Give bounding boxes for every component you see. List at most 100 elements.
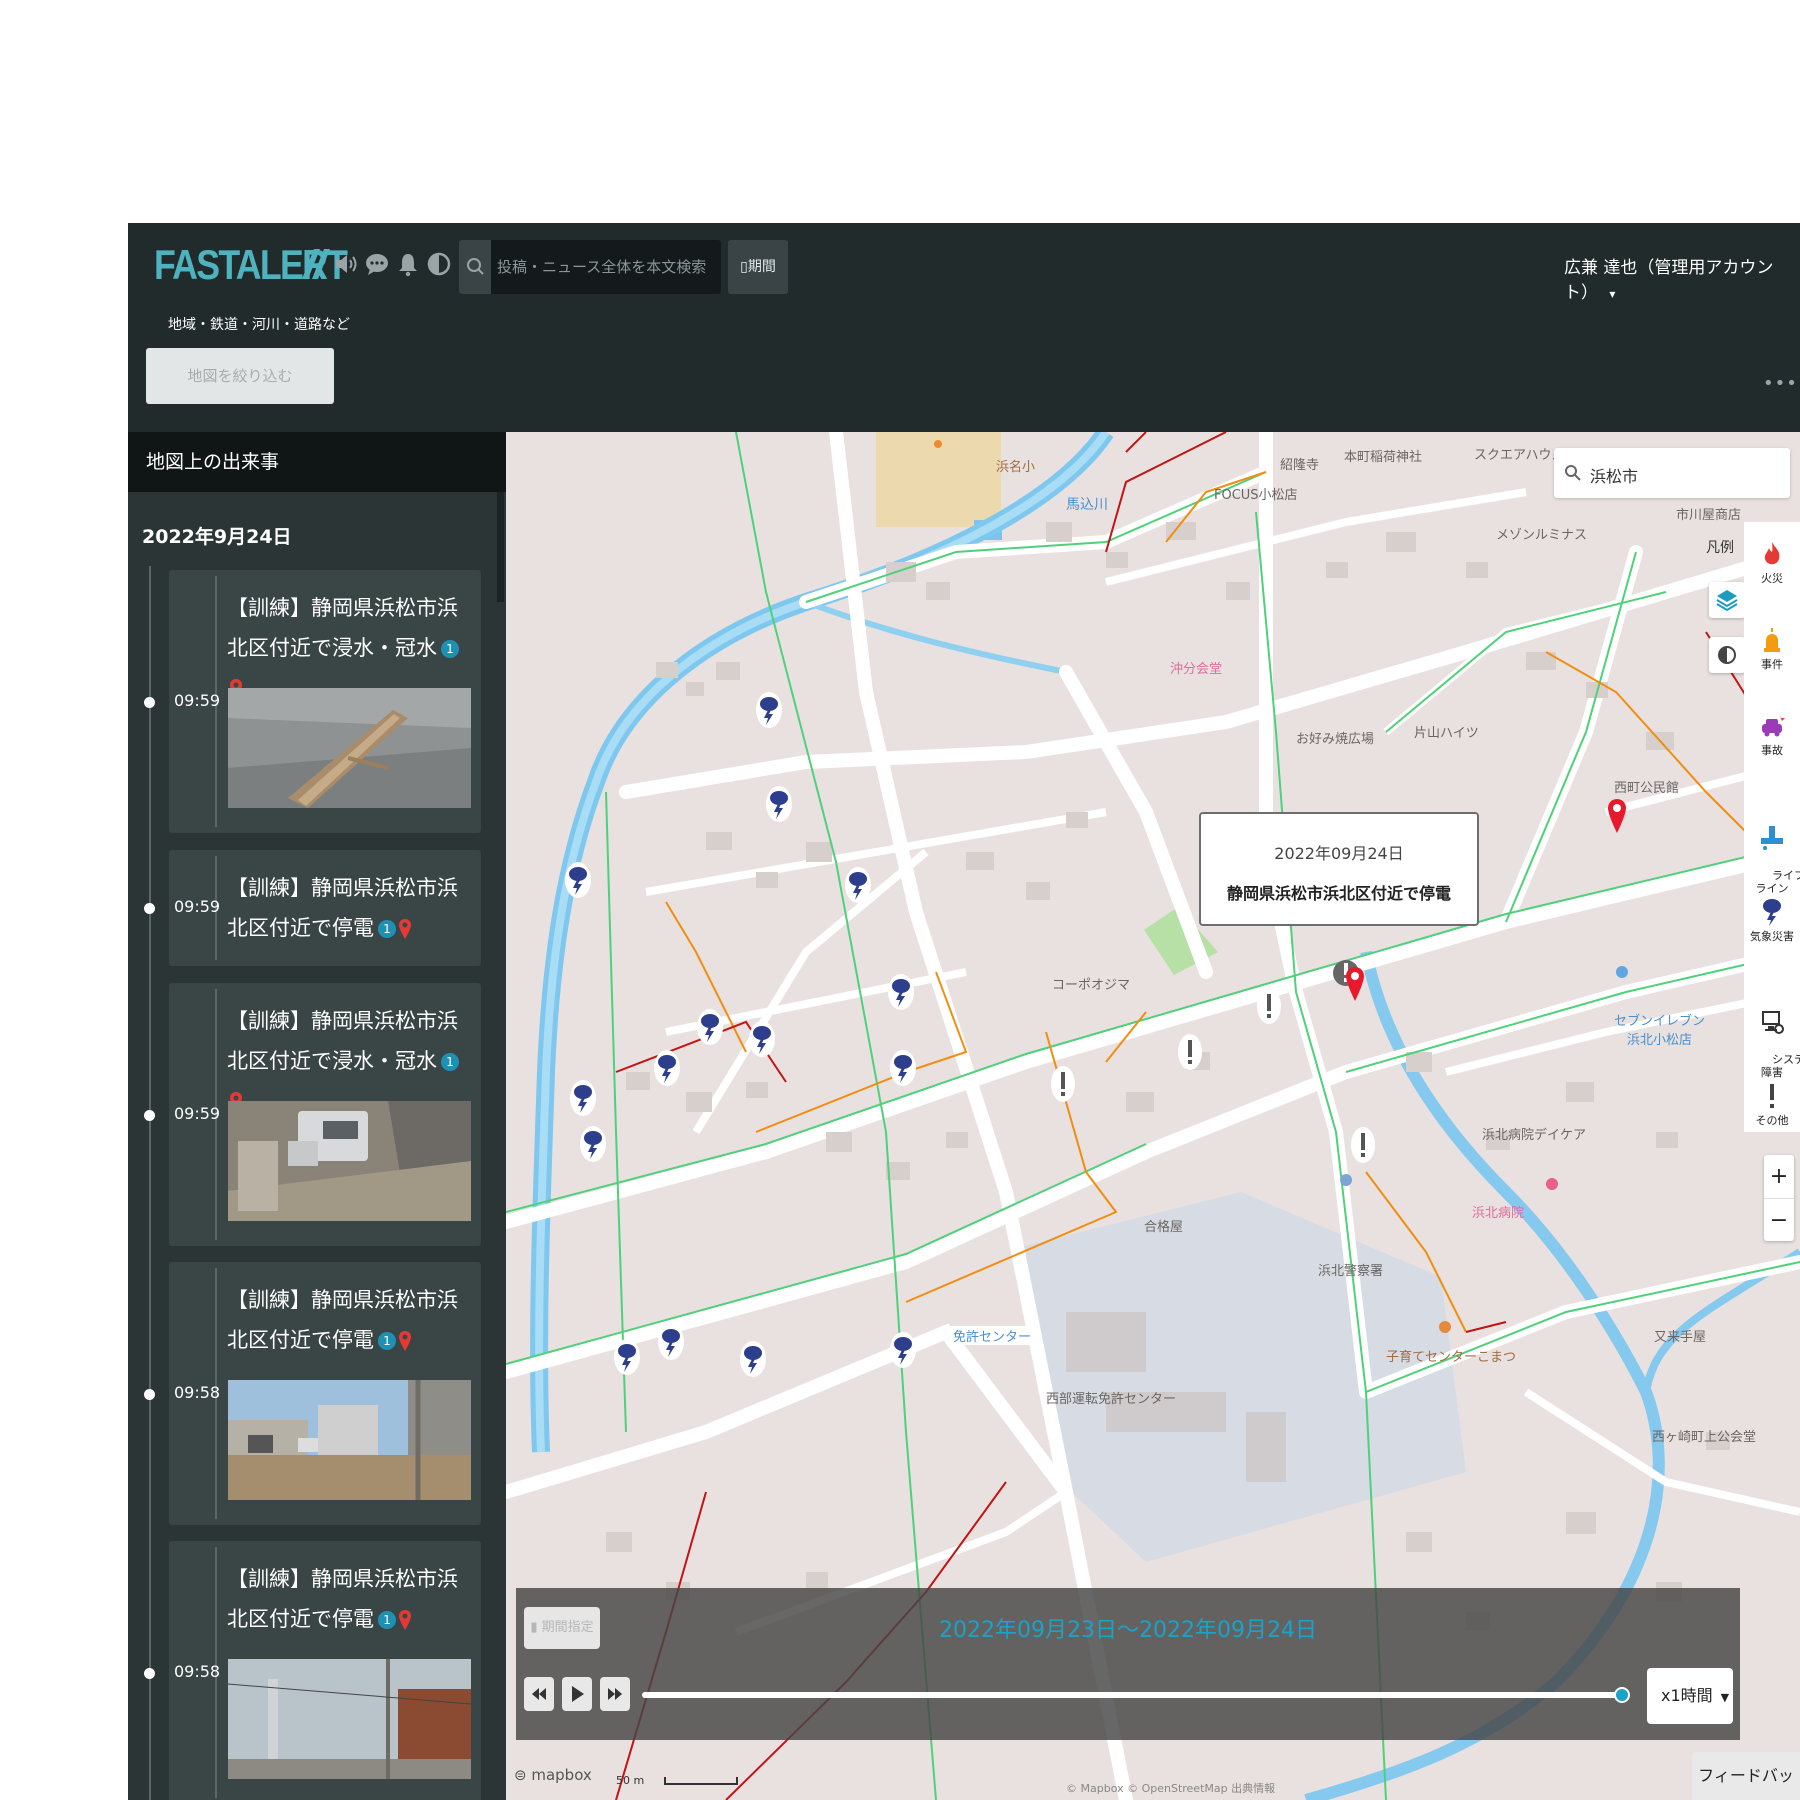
category-weather[interactable]: 気象災害: [1744, 896, 1800, 943]
storm-marker-icon[interactable]: [764, 784, 794, 824]
event-photo[interactable]: [228, 1101, 471, 1221]
exclamation-marker-icon[interactable]: [1350, 1125, 1376, 1165]
map-label: 合格屋: [1144, 1220, 1184, 1235]
fast-forward-button[interactable]: [600, 1677, 630, 1711]
count-badge: 1: [378, 920, 396, 938]
storm-marker-icon[interactable]: [652, 1048, 682, 1088]
event-photo[interactable]: [228, 1659, 471, 1779]
calendar-icon: ▯: [740, 259, 748, 275]
map-label: セブンイレブン 浜北小松店: [1614, 1014, 1706, 1048]
timeline-dot: [144, 1110, 155, 1121]
map-label: お好み焼広場: [1296, 732, 1375, 747]
category-incident[interactable]: 事件: [1744, 626, 1800, 671]
map-label: メゾンルミナス: [1496, 528, 1588, 543]
category-lifeline[interactable]: ライフ ライン: [1744, 798, 1800, 908]
storm-marker-icon[interactable]: [578, 1124, 608, 1164]
timeline-line: [149, 566, 151, 1800]
contrast-button[interactable]: [1709, 637, 1745, 673]
search-input[interactable]: [497, 254, 712, 280]
scale-bar: 50 m: [616, 1774, 738, 1787]
location-pin-icon[interactable]: [1606, 797, 1628, 835]
search-icon[interactable]: [459, 240, 491, 294]
storm-marker-icon[interactable]: [563, 860, 593, 900]
header: FASTALERT ▯期間: [128, 223, 1800, 432]
timeline-dot: [144, 697, 155, 708]
siren-icon: [1764, 628, 1780, 652]
pipe-icon: [1761, 826, 1783, 850]
chat-icon[interactable]: [364, 251, 390, 277]
storm-marker-icon[interactable]: [738, 1339, 768, 1379]
playback-range: 2022年09月23日～2022年09月24日: [939, 1618, 1317, 1643]
map-label: 免許センター: [950, 1326, 1035, 1345]
fire-icon: [1764, 542, 1780, 565]
popup-title: 静岡県浜松市浜北区付近で停電: [1226, 884, 1451, 903]
storm-marker-icon[interactable]: [695, 1007, 725, 1047]
timeline-dot: [144, 903, 155, 914]
contrast-icon: [1718, 646, 1736, 664]
storm-marker-icon[interactable]: [888, 1330, 918, 1370]
map-label: 浜名小: [996, 460, 1036, 475]
playback-slider[interactable]: [642, 1692, 1622, 1698]
storm-marker-icon[interactable]: [754, 690, 784, 730]
play-button[interactable]: [562, 1677, 592, 1711]
event-photo[interactable]: [228, 1380, 471, 1500]
zoom-out-button[interactable]: −: [1764, 1198, 1794, 1241]
more-options-icon[interactable]: •••: [1763, 373, 1798, 394]
user-name: 広兼 達也（管理用アカウント）: [1564, 258, 1774, 303]
storm-marker-icon[interactable]: [886, 972, 916, 1012]
storm-marker-icon[interactable]: [843, 865, 873, 905]
event-popup[interactable]: 2022年09月24日 静岡県浜松市浜北区付近で停電: [1199, 812, 1479, 926]
period-button[interactable]: ▯期間: [728, 240, 788, 294]
event-title: 【訓練】静岡県浜松市浜北区付近で停電 1: [227, 1288, 458, 1352]
zoom-in-button[interactable]: +: [1764, 1155, 1794, 1198]
sidebar-title: 地図上の出来事: [128, 432, 506, 492]
map-search-box[interactable]: 浜松市: [1554, 448, 1790, 498]
map-label: 又来手屋: [1654, 1330, 1707, 1345]
exclamation-marker-icon[interactable]: [1050, 1064, 1076, 1104]
contrast-icon[interactable]: [426, 251, 452, 277]
feedback-button[interactable]: フィードバック: [1692, 1752, 1800, 1800]
count-badge: 1: [378, 1611, 396, 1629]
speed-select[interactable]: x1時間 ▼: [1647, 1668, 1733, 1724]
search-box: [459, 240, 721, 294]
map-label: 西町公民館: [1614, 781, 1680, 796]
event-photo[interactable]: [228, 688, 471, 808]
map-label: FOCUS小松店: [1214, 488, 1298, 503]
event-time: 09:59: [174, 1104, 221, 1123]
category-other[interactable]: その他: [1744, 1082, 1800, 1127]
storm-marker-icon[interactable]: [656, 1322, 686, 1362]
user-menu[interactable]: 広兼 達也（管理用アカウント） ▾: [1564, 253, 1800, 303]
playback-slider-handle[interactable]: [1614, 1687, 1630, 1703]
system-icon: [1762, 1011, 1784, 1034]
location-pin-icon: [399, 919, 411, 939]
storm-marker-icon[interactable]: [747, 1019, 777, 1059]
rewind-button[interactable]: [524, 1677, 554, 1711]
sidebar-scrollbar[interactable]: [497, 492, 504, 602]
event-time: 09:58: [174, 1383, 221, 1402]
exclamation-marker-icon[interactable]: [1177, 1032, 1203, 1072]
category-system[interactable]: システム 障害: [1744, 982, 1800, 1092]
filter-map-button[interactable]: 地図を絞り込む: [146, 348, 334, 404]
exclamation-marker-icon[interactable]: [1256, 986, 1282, 1026]
sound-icon[interactable]: [333, 251, 359, 277]
legend-label[interactable]: 凡例: [1706, 537, 1734, 557]
category-accident[interactable]: 事故: [1744, 712, 1800, 757]
category-fire[interactable]: 火災: [1744, 540, 1800, 585]
layers-button[interactable]: [1709, 582, 1745, 618]
storm-marker-icon[interactable]: [612, 1337, 642, 1377]
mapbox-logo[interactable]: ⊜ mapbox: [514, 1766, 592, 1784]
storm-marker-icon[interactable]: [888, 1048, 918, 1088]
map-canvas[interactable]: 浜名小 馬込川 紹隆寺 本町稲荷神社 FOCUS小松店 スクエアハウス 市川屋商…: [506, 432, 1800, 1800]
map-search-value: 浜松市: [1590, 467, 1639, 486]
map-copyright[interactable]: © Mapbox © OpenStreetMap 出典情報: [1066, 1780, 1275, 1796]
storm-marker-icon[interactable]: [568, 1078, 598, 1118]
layers-icon: [1716, 590, 1738, 612]
timeline-dot: [144, 1668, 155, 1679]
location-pin-icon[interactable]: [1344, 965, 1366, 1003]
bell-icon[interactable]: [395, 251, 421, 277]
storm-icon: [1763, 899, 1781, 926]
event-time: 09:58: [174, 1662, 221, 1681]
mapbox-icon: ⊜: [514, 1766, 532, 1784]
chevron-down-icon: ▾: [1609, 287, 1616, 301]
search-icon: [1565, 465, 1581, 481]
